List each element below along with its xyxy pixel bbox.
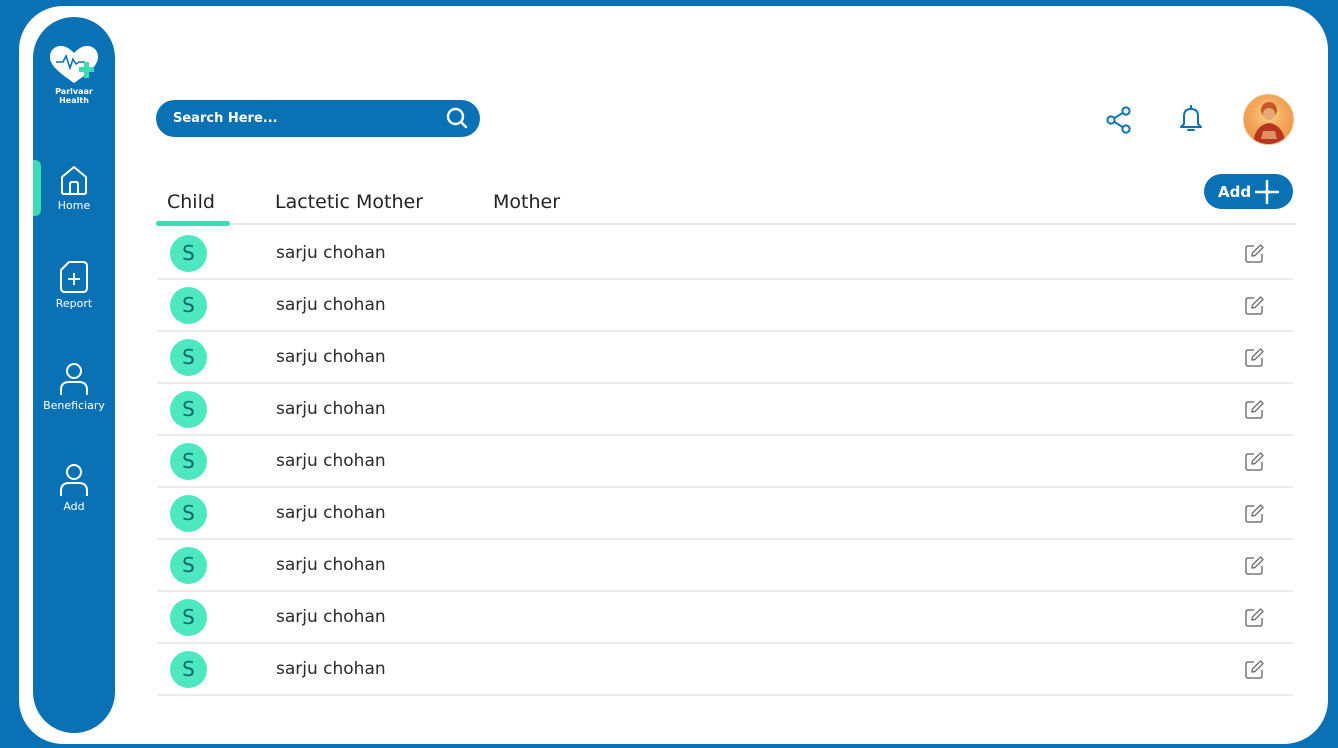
beneficiary-list: S sarju chohan S sarju chohan S sarju ch… xyxy=(157,228,1293,696)
initial-avatar: S xyxy=(170,651,207,688)
edit-icon[interactable] xyxy=(1244,451,1265,472)
add-button-label: Add xyxy=(1218,182,1252,201)
sidebar: Parivaar Health Home Report Beneficiary … xyxy=(33,17,115,733)
list-item[interactable]: S sarju chohan xyxy=(157,384,1293,436)
report-icon xyxy=(60,261,88,293)
beneficiary-name: sarju chohan xyxy=(276,607,386,627)
search-bar xyxy=(156,100,480,137)
beneficiary-name: sarju chohan xyxy=(276,451,386,471)
initial-avatar: S xyxy=(170,547,207,584)
initial-avatar: S xyxy=(170,287,207,324)
edit-icon[interactable] xyxy=(1244,607,1265,628)
initial-avatar: S xyxy=(170,339,207,376)
beneficiary-name: sarju chohan xyxy=(276,503,386,523)
edit-icon[interactable] xyxy=(1244,399,1265,420)
tab-mother[interactable]: Mother xyxy=(493,191,560,213)
home-icon xyxy=(61,166,87,195)
user-icon xyxy=(60,363,88,395)
initial-avatar: S xyxy=(170,599,207,636)
share-icon[interactable] xyxy=(1106,106,1133,134)
list-item[interactable]: S sarju chohan xyxy=(157,644,1293,696)
list-item[interactable]: S sarju chohan xyxy=(157,436,1293,488)
edit-icon[interactable] xyxy=(1244,503,1265,524)
tab-child[interactable]: Child xyxy=(167,191,215,213)
add-button[interactable]: Add xyxy=(1204,174,1293,209)
user-icon xyxy=(60,464,88,496)
list-item[interactable]: S sarju chohan xyxy=(157,488,1293,540)
edit-icon[interactable] xyxy=(1244,659,1265,680)
heart-logo-icon xyxy=(50,46,98,83)
search-input[interactable] xyxy=(173,111,428,126)
sidebar-label-report: Report xyxy=(55,297,93,310)
logo-line-2: Health xyxy=(59,96,89,105)
logo-line-1: Parivaar xyxy=(55,87,93,96)
edit-icon[interactable] xyxy=(1244,295,1265,316)
beneficiary-name: sarju chohan xyxy=(276,555,386,575)
sidebar-item-beneficiary[interactable]: Beneficiary xyxy=(33,362,115,412)
tab-divider xyxy=(157,223,1295,225)
beneficiary-name: sarju chohan xyxy=(276,659,386,679)
edit-icon[interactable] xyxy=(1244,243,1265,264)
beneficiary-name: sarju chohan xyxy=(276,243,386,263)
tab-lactetic-mother[interactable]: Lactetic Mother xyxy=(275,191,423,213)
app-logo: Parivaar Health xyxy=(33,45,115,105)
plus-icon xyxy=(1255,179,1280,204)
edit-icon[interactable] xyxy=(1244,347,1265,368)
sidebar-label-add: Add xyxy=(63,500,85,513)
sidebar-item-report[interactable]: Report xyxy=(33,260,115,310)
list-item[interactable]: S sarju chohan xyxy=(157,332,1293,384)
initial-avatar: S xyxy=(170,235,207,272)
beneficiary-name: sarju chohan xyxy=(276,399,386,419)
profile-picture xyxy=(1253,102,1286,144)
active-tab-indicator xyxy=(156,221,230,226)
initial-avatar: S xyxy=(170,495,207,532)
avatar[interactable] xyxy=(1243,94,1294,145)
beneficiary-name: sarju chohan xyxy=(276,295,386,315)
edit-icon[interactable] xyxy=(1244,555,1265,576)
sidebar-label-beneficiary: Beneficiary xyxy=(43,399,105,412)
search-icon[interactable] xyxy=(446,107,468,129)
list-item[interactable]: S sarju chohan xyxy=(157,280,1293,332)
sidebar-item-add[interactable]: Add xyxy=(33,463,115,513)
list-item[interactable]: S sarju chohan xyxy=(157,592,1293,644)
initial-avatar: S xyxy=(170,391,207,428)
sidebar-label-home: Home xyxy=(57,199,91,212)
beneficiary-name: sarju chohan xyxy=(276,347,386,367)
bell-icon[interactable] xyxy=(1179,104,1203,132)
sidebar-item-home[interactable]: Home xyxy=(33,164,115,212)
list-item[interactable]: S sarju chohan xyxy=(157,540,1293,592)
list-item[interactable]: S sarju chohan xyxy=(157,228,1293,280)
initial-avatar: S xyxy=(170,443,207,480)
